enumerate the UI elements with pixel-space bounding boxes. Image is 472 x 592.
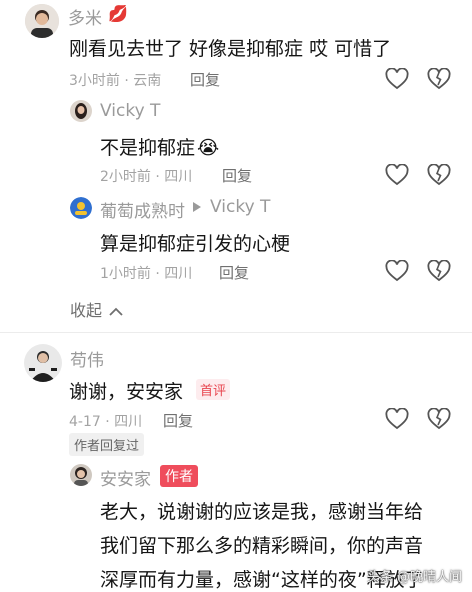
dislike-icon[interactable] (427, 408, 451, 430)
like-icon[interactable] (385, 68, 409, 90)
author-badge: 作者 (160, 465, 198, 487)
comment-meta: 4-17 · 四川 (69, 414, 143, 430)
reply-button[interactable]: 回复 (219, 262, 249, 283)
like-icon[interactable] (385, 164, 409, 186)
watermark: 头条 @晚晴人间 (366, 570, 462, 585)
comment-username[interactable]: 多米 (68, 4, 102, 29)
avatar[interactable] (25, 4, 59, 38)
avatar[interactable] (70, 197, 92, 219)
avatar[interactable] (70, 100, 92, 122)
reply-button[interactable]: 回复 (190, 69, 220, 90)
lips-icon: 💋 (108, 4, 128, 23)
dislike-icon[interactable] (427, 68, 451, 90)
collapse-button[interactable]: 收起 (70, 297, 123, 321)
avatar[interactable] (70, 464, 92, 486)
collapse-label: 收起 (70, 301, 103, 320)
reply-meta: 2小时前 · 四川 (100, 169, 193, 185)
reply-username[interactable]: 安安家 (100, 465, 151, 490)
reply-text-content: 不是抑郁症 (100, 137, 196, 159)
first-comment-badge: 首评 (196, 379, 231, 400)
reply-button[interactable]: 回复 (163, 410, 193, 431)
comment-text: 谢谢，安安家 (69, 381, 184, 403)
like-icon[interactable] (385, 260, 409, 282)
dislike-icon[interactable] (427, 164, 451, 186)
reply-arrow-icon (193, 202, 201, 212)
reply-text-line: 老大，说谢谢的应该是我，感谢当年给 (100, 501, 424, 523)
reply-text: 不是抑郁症 😭 (100, 133, 219, 160)
crying-emoji-icon: 😭 (197, 137, 220, 159)
reply-button[interactable]: 回复 (222, 165, 252, 186)
author-replied-badge: 作者回复过 (69, 433, 145, 456)
avatar[interactable] (24, 344, 62, 382)
comment-text: 刚看见去世了 好像是抑郁症 哎 可惜了 (69, 38, 392, 60)
comment-username[interactable]: 苟伟 (70, 346, 104, 371)
comment-meta: 3小时前 · 云南 (69, 73, 162, 89)
reply-username[interactable]: Vicky T (100, 101, 160, 121)
dislike-icon[interactable] (427, 260, 451, 282)
reply-to-username[interactable]: Vicky T (210, 197, 270, 217)
like-icon[interactable] (385, 408, 409, 430)
divider (0, 332, 472, 333)
chevron-up-icon (109, 307, 123, 316)
reply-username[interactable]: 葡萄成熟时 (100, 197, 185, 222)
reply-meta: 1小时前 · 四川 (100, 266, 193, 282)
reply-text: 算是抑郁症引发的心梗 (100, 233, 291, 255)
reply-text-line: 我们留下那么多的精彩瞬间，你的声音 (100, 535, 424, 557)
